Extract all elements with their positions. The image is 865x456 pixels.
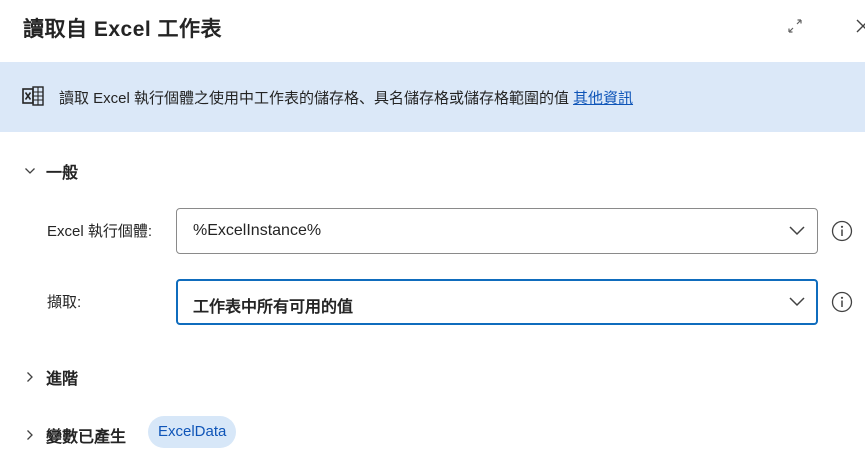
chevron-right-icon	[27, 430, 33, 440]
retrieve-label: 擷取:	[47, 294, 82, 311]
excel-instance-select[interactable]: %ExcelInstance%	[176, 208, 818, 254]
chevron-right-icon	[27, 372, 33, 382]
info-icon[interactable]	[831, 220, 853, 242]
section-variables-header[interactable]: 變數已產生	[24, 423, 126, 447]
chevron-down-icon	[789, 226, 805, 236]
retrieve-value: 工作表中所有可用的值	[193, 299, 354, 316]
excel-read-icon	[22, 86, 44, 106]
info-description: 讀取 Excel 執行個體之使用中工作表的儲存格、具名儲存格或儲存格範圍的值 其他…	[59, 87, 633, 108]
chevron-down-icon	[789, 297, 805, 307]
info-icon[interactable]	[831, 291, 853, 313]
info-bar: 讀取 Excel 執行個體之使用中工作表的儲存格、具名儲存格或儲存格範圍的值 其他…	[0, 62, 865, 132]
excel-instance-value: %ExcelInstance%	[193, 222, 322, 239]
info-text: 讀取 Excel 執行個體之使用中工作表的儲存格、具名儲存格或儲存格範圍的值	[59, 90, 570, 107]
close-icon[interactable]	[855, 17, 865, 35]
chevron-down-icon	[25, 168, 35, 174]
more-info-link[interactable]: 其他資訊	[573, 90, 633, 107]
expand-icon[interactable]	[786, 17, 804, 35]
excel-instance-label: Excel 執行個體:	[47, 223, 153, 240]
section-advanced-header[interactable]: 進階	[24, 365, 78, 389]
dialog-title: 讀取自 Excel 工作表	[23, 18, 223, 41]
section-advanced-label: 進階	[46, 371, 79, 388]
section-general-header[interactable]: 一般	[24, 159, 78, 183]
retrieve-select[interactable]: 工作表中所有可用的值	[176, 279, 818, 325]
section-variables-label: 變數已產生	[46, 429, 127, 446]
variable-badge[interactable]: ExcelData	[148, 416, 237, 448]
section-general-label: 一般	[46, 165, 79, 182]
